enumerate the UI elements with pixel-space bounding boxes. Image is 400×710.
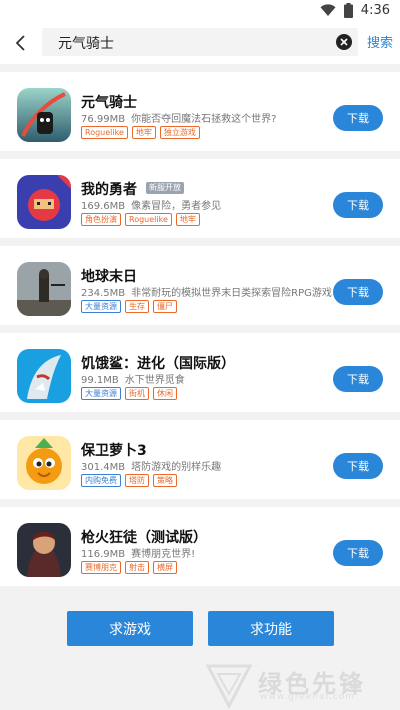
search-bar: 元气骑士 搜索	[0, 22, 400, 64]
app-meta: 76.99MB 你能否夺回魔法石拯救这个世界?	[81, 110, 276, 125]
tag: 角色扮演	[81, 213, 121, 226]
app-name: 保卫萝卜3	[81, 443, 147, 459]
request-feature-button[interactable]: 求功能	[208, 611, 334, 646]
tag: 射击	[125, 561, 149, 574]
tag: Roguelike	[125, 213, 172, 226]
tag: 生存	[125, 300, 149, 313]
app-description: 你能否夺回魔法石拯救这个世界?	[131, 114, 277, 125]
tag: 地牢	[131, 126, 156, 139]
download-button[interactable]: 下载	[333, 366, 383, 392]
status-time: 4:36	[360, 3, 390, 18]
app-meta: 116.9MB 赛博朋克世界!	[81, 545, 195, 560]
download-button[interactable]: 下载	[333, 279, 383, 305]
tag: Roguelike	[81, 126, 128, 139]
tag-list: 大量资源 街机 休闲	[81, 387, 177, 400]
app-meta: 301.4MB 塔防游戏的别样乐趣	[81, 458, 221, 473]
list-item[interactable]: 地球末日 234.5MB 非常耐玩的模拟世界末日类探索冒险RPG游戏 大量资源 生…	[0, 246, 400, 325]
list-item[interactable]: 保卫萝卜3 301.4MB 塔防游戏的别样乐趣 内购免费 塔防 策略 下载	[0, 420, 400, 499]
search-query: 元气骑士	[58, 36, 114, 52]
app-name: 元气骑士	[81, 95, 137, 111]
search-button[interactable]: 搜索	[367, 32, 393, 51]
tag: 大量资源	[81, 387, 121, 400]
wifi-icon	[320, 4, 336, 16]
download-button[interactable]: 下载	[333, 540, 383, 566]
hungry-shark-icon	[17, 349, 71, 403]
tag: 内购免费	[81, 474, 121, 487]
tag: 塔防	[125, 474, 149, 487]
status-badge: 新服开放	[146, 182, 184, 194]
tag: 僵尸	[153, 300, 177, 313]
app-name: 地球末日	[81, 269, 137, 285]
status-bar: 4:36	[0, 0, 400, 22]
app-meta: 234.5MB 非常耐玩的模拟世界末日类探索冒险RPG游戏	[81, 284, 332, 299]
app-name: 枪火狂徒（测试版）	[81, 530, 207, 546]
app-size: 169.6MB	[81, 201, 126, 212]
app-description: 塔防游戏的别样乐趣	[131, 462, 222, 473]
request-game-button[interactable]: 求游戏	[67, 611, 193, 646]
tag: 赛博朋克	[81, 561, 121, 574]
app-size: 116.9MB	[81, 549, 126, 560]
list-item[interactable]: 我的勇者 新服开放 169.6MB 像素冒险，勇者参见 角色扮演 Roguelik…	[0, 159, 400, 238]
app-description: 水下世界觅食	[124, 375, 185, 386]
app-description: 赛博朋克世界!	[131, 549, 196, 560]
watermark-logo-icon	[205, 664, 253, 710]
app-meta: 169.6MB 像素冒险，勇者参见	[81, 197, 221, 212]
app-description: 非常耐玩的模拟世界末日类探索冒险RPG游戏	[131, 288, 332, 299]
tag: 大量资源	[81, 300, 121, 313]
list-item[interactable]: 元气骑士 76.99MB 你能否夺回魔法石拯救这个世界? Roguelike 地牢…	[0, 72, 400, 151]
download-button[interactable]: 下载	[333, 192, 383, 218]
list-item[interactable]: 饥饿鲨：进化（国际版） 99.1MB 水下世界觅食 大量资源 街机 休闲 下载	[0, 333, 400, 412]
app-name: 我的勇者	[81, 182, 137, 198]
carrot-fantasy-icon	[17, 436, 71, 490]
watermark-subtext: www.greenxf.com	[260, 692, 356, 702]
tag: 策略	[153, 474, 177, 487]
app-name: 饥饿鲨：进化（国际版）	[81, 356, 235, 372]
watermark: 绿色先锋 www.greenxf.com	[200, 658, 400, 710]
tag-list: Roguelike 地牢 独立游戏	[81, 126, 200, 139]
search-input[interactable]: 元气骑士	[42, 28, 358, 56]
app-size: 301.4MB	[81, 462, 126, 473]
battery-icon	[343, 3, 353, 18]
app-description: 像素冒险，勇者参见	[131, 201, 222, 212]
tag: 独立游戏	[159, 126, 200, 139]
tag: 休闲	[153, 387, 177, 400]
soul-knight-icon	[17, 88, 71, 142]
clear-icon[interactable]	[336, 34, 352, 50]
my-hero-icon	[17, 175, 71, 229]
download-button[interactable]: 下载	[333, 105, 383, 131]
app-size: 99.1MB	[81, 375, 119, 386]
app-meta: 99.1MB 水下世界觅食	[81, 371, 185, 386]
tag-list: 角色扮演 Roguelike 地牢	[81, 213, 200, 226]
app-size: 76.99MB	[81, 114, 126, 125]
tag: 街机	[125, 387, 149, 400]
tag-list: 大量资源 生存 僵尸	[81, 300, 177, 313]
last-day-on-earth-icon	[17, 262, 71, 316]
tag-list: 内购免费 塔防 策略	[81, 474, 177, 487]
back-button[interactable]	[8, 30, 34, 56]
tag: 地牢	[175, 213, 200, 226]
app-size: 234.5MB	[81, 288, 126, 299]
download-button[interactable]: 下载	[333, 453, 383, 479]
gunfire-icon	[17, 523, 71, 577]
list-item[interactable]: 枪火狂徒（测试版） 116.9MB 赛博朋克世界! 赛博朋克 射击 横屏 下载	[0, 507, 400, 586]
tag-list: 赛博朋克 射击 横屏	[81, 561, 177, 574]
tag: 横屏	[153, 561, 177, 574]
back-arrow-icon	[15, 35, 25, 51]
